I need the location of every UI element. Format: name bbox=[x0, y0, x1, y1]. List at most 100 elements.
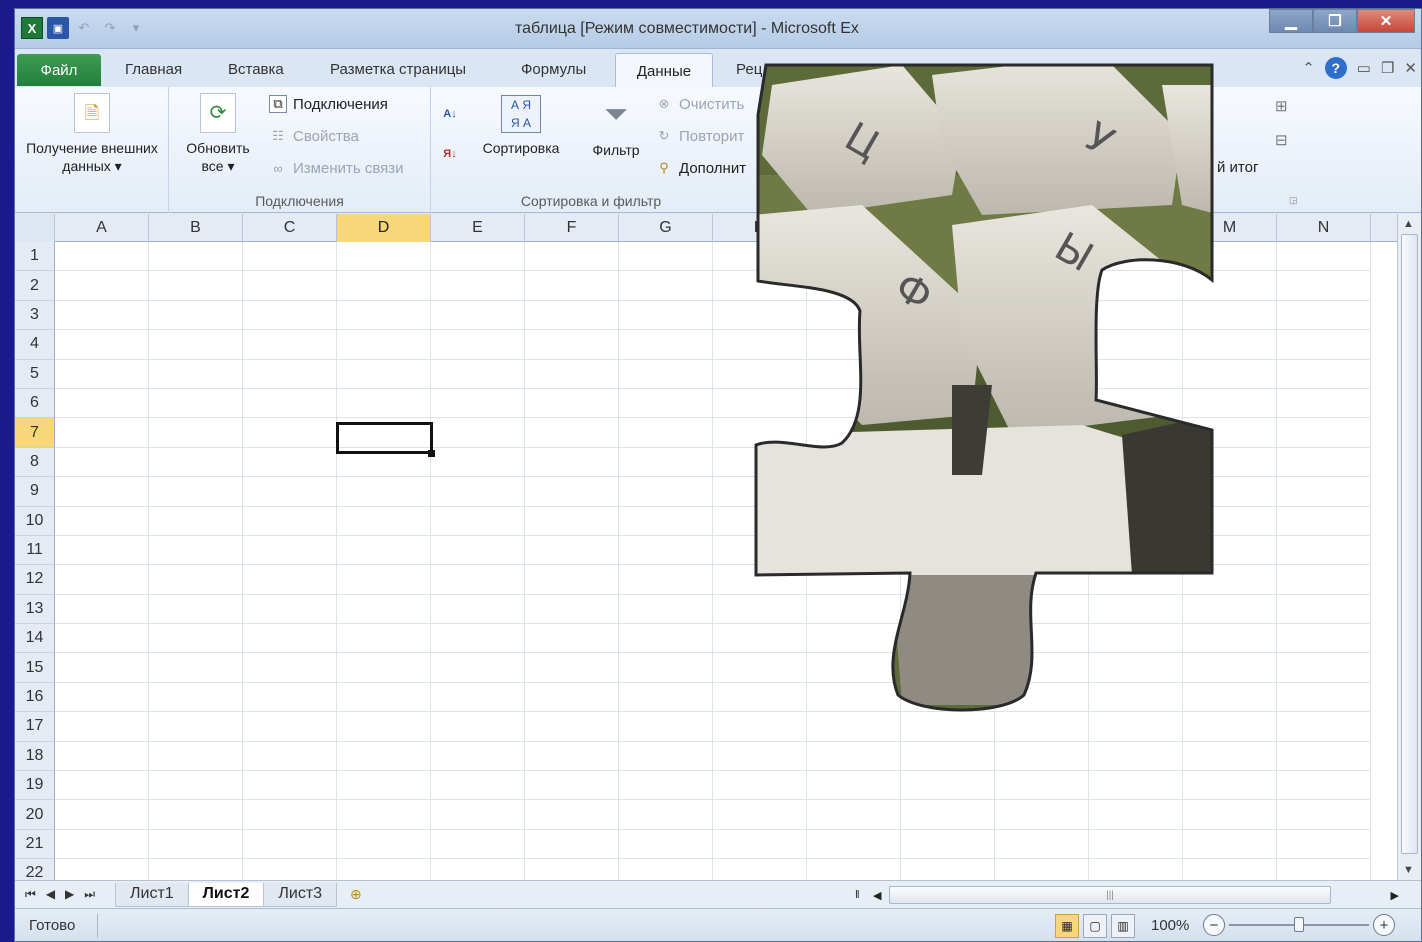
save-icon[interactable]: ▣ bbox=[47, 17, 69, 39]
cell[interactable] bbox=[337, 741, 431, 772]
cell[interactable] bbox=[243, 829, 337, 860]
cell[interactable] bbox=[431, 242, 525, 272]
cell[interactable] bbox=[901, 653, 995, 683]
doc-minimize-icon[interactable]: ▭ bbox=[1357, 59, 1371, 77]
cell[interactable] bbox=[337, 330, 431, 360]
cell[interactable] bbox=[619, 271, 713, 301]
cell[interactable] bbox=[431, 712, 525, 742]
cell[interactable] bbox=[1089, 712, 1183, 742]
cell[interactable] bbox=[713, 829, 807, 860]
cell[interactable] bbox=[55, 594, 149, 625]
cell[interactable] bbox=[525, 447, 619, 478]
cell[interactable] bbox=[525, 624, 619, 654]
cell[interactable] bbox=[1277, 506, 1371, 536]
cell[interactable] bbox=[1277, 594, 1371, 625]
cell[interactable] bbox=[431, 682, 525, 713]
cell[interactable] bbox=[243, 506, 337, 536]
cell[interactable] bbox=[243, 242, 337, 272]
cell[interactable] bbox=[243, 800, 337, 830]
cell[interactable] bbox=[713, 330, 807, 360]
cell[interactable] bbox=[713, 624, 807, 654]
cell[interactable] bbox=[431, 653, 525, 683]
cell[interactable] bbox=[431, 418, 525, 448]
cell[interactable] bbox=[243, 859, 337, 880]
insert-sheet-icon[interactable]: ⊕ bbox=[336, 886, 376, 903]
cell[interactable] bbox=[713, 506, 807, 536]
cell[interactable] bbox=[149, 271, 243, 301]
prev-sheet-icon[interactable]: ◀ bbox=[46, 887, 55, 902]
cell[interactable] bbox=[525, 829, 619, 860]
column-header-m[interactable]: M bbox=[1183, 214, 1277, 242]
cell[interactable] bbox=[55, 418, 149, 448]
tab-home[interactable]: Главная bbox=[125, 61, 182, 78]
cell[interactable] bbox=[713, 388, 807, 419]
cell[interactable] bbox=[149, 829, 243, 860]
cell[interactable] bbox=[807, 271, 901, 301]
cell[interactable] bbox=[149, 800, 243, 830]
cell[interactable] bbox=[619, 565, 713, 595]
cell[interactable] bbox=[619, 800, 713, 830]
cell[interactable] bbox=[995, 829, 1089, 860]
cell[interactable] bbox=[713, 859, 807, 880]
cell[interactable] bbox=[243, 330, 337, 360]
horizontal-scrollbar[interactable]: ‖ ◀ ||| ▶ bbox=[855, 885, 1405, 905]
cell[interactable] bbox=[149, 712, 243, 742]
row-header-10[interactable]: 10 bbox=[15, 506, 55, 536]
cell[interactable] bbox=[55, 771, 149, 801]
cell[interactable] bbox=[1277, 859, 1371, 880]
scroll-left-icon[interactable]: ◀ bbox=[873, 889, 881, 902]
cell[interactable] bbox=[901, 477, 995, 507]
cell[interactable] bbox=[1089, 388, 1183, 419]
cell[interactable] bbox=[713, 565, 807, 595]
cell[interactable] bbox=[55, 682, 149, 713]
cell[interactable] bbox=[243, 565, 337, 595]
cell[interactable] bbox=[55, 712, 149, 742]
cell[interactable] bbox=[995, 477, 1089, 507]
cell[interactable] bbox=[1089, 771, 1183, 801]
page-layout-view-icon[interactable]: ▢ bbox=[1083, 914, 1107, 938]
cell[interactable] bbox=[525, 594, 619, 625]
cell[interactable] bbox=[901, 771, 995, 801]
cell[interactable] bbox=[149, 535, 243, 566]
cell[interactable] bbox=[243, 771, 337, 801]
cell[interactable] bbox=[525, 242, 619, 272]
cell[interactable] bbox=[1277, 271, 1371, 301]
cell[interactable] bbox=[525, 653, 619, 683]
column-header-h[interactable]: H bbox=[713, 214, 807, 242]
cell[interactable] bbox=[525, 300, 619, 331]
cell[interactable] bbox=[243, 447, 337, 478]
cell[interactable] bbox=[995, 271, 1089, 301]
cell[interactable] bbox=[337, 859, 431, 880]
cell[interactable] bbox=[243, 300, 337, 331]
cell[interactable] bbox=[337, 565, 431, 595]
cell[interactable] bbox=[525, 418, 619, 448]
cell[interactable] bbox=[337, 388, 431, 419]
cell[interactable] bbox=[1089, 447, 1183, 478]
reapply-button[interactable]: ↻ Повторит bbox=[655, 127, 745, 145]
cell[interactable] bbox=[525, 859, 619, 880]
cell[interactable] bbox=[901, 242, 995, 272]
cell[interactable] bbox=[149, 418, 243, 448]
cell[interactable] bbox=[431, 330, 525, 360]
cell[interactable] bbox=[55, 271, 149, 301]
cell[interactable] bbox=[337, 594, 431, 625]
get-external-data-button[interactable]: 🗎 Получение внешних данных ▾ bbox=[19, 93, 165, 175]
cell[interactable] bbox=[1089, 800, 1183, 830]
vertical-scroll-thumb[interactable] bbox=[1401, 234, 1418, 854]
cell[interactable] bbox=[431, 300, 525, 331]
cell[interactable] bbox=[619, 859, 713, 880]
sort-a-z-button[interactable]: А↓ bbox=[441, 105, 459, 123]
row-header-17[interactable]: 17 bbox=[15, 712, 55, 742]
row-header-2[interactable]: 2 bbox=[15, 271, 55, 301]
cell[interactable] bbox=[995, 506, 1089, 536]
cell[interactable] bbox=[55, 359, 149, 389]
cell[interactable] bbox=[243, 594, 337, 625]
sort-button[interactable]: А ЯЯ А Сортировка bbox=[469, 95, 573, 157]
cell[interactable] bbox=[995, 388, 1089, 419]
cell[interactable] bbox=[1089, 829, 1183, 860]
cell[interactable] bbox=[243, 741, 337, 772]
cell[interactable] bbox=[525, 359, 619, 389]
cell[interactable] bbox=[619, 359, 713, 389]
row-header-12[interactable]: 12 bbox=[15, 565, 55, 595]
cell[interactable] bbox=[901, 388, 995, 419]
